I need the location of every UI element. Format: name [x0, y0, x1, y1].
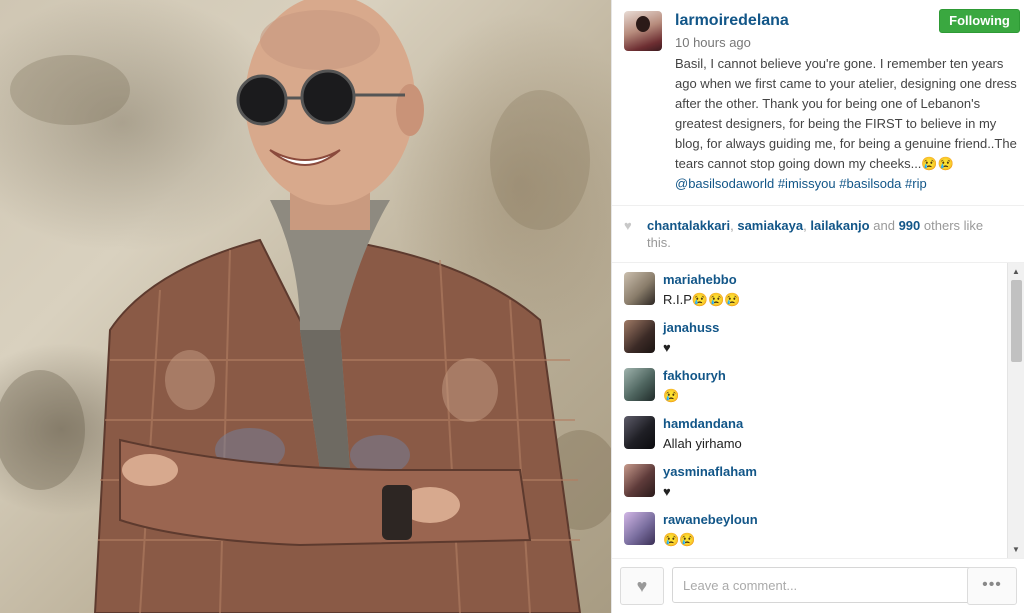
- comment-username[interactable]: mariahebbo: [663, 272, 737, 287]
- avatar[interactable]: [624, 368, 655, 401]
- comment-footer: ♥ •••: [612, 558, 1024, 614]
- comment-text: 😢: [663, 388, 680, 403]
- post-detail-panel: larmoiredelana 10 hours ago Following Ba…: [611, 0, 1024, 614]
- list-item: janahuss ♥: [612, 311, 1007, 359]
- liker-link[interactable]: lailakanjo: [810, 218, 869, 233]
- likes-summary: chantalakkari, samiakaya, lailakanjo and…: [647, 218, 984, 250]
- liker-link[interactable]: samiakaya: [737, 218, 803, 233]
- comment-text: 😢😢: [663, 532, 696, 547]
- comments-scrollbar[interactable]: ▲ ▼: [1007, 263, 1024, 558]
- avatar[interactable]: [624, 272, 655, 305]
- post-photo[interactable]: [0, 0, 611, 613]
- scroll-down-icon[interactable]: ▼: [1012, 545, 1020, 554]
- comment-username[interactable]: janahuss: [663, 320, 719, 335]
- owner-avatar[interactable]: [624, 11, 662, 51]
- list-item: hamdandana Allah yirhamo: [612, 407, 1007, 455]
- list-item: mariahebbo R.I.P😢😢😢: [612, 263, 1007, 311]
- comment-username[interactable]: hamdandana: [663, 416, 743, 431]
- comment-text: Allah yirhamo: [663, 436, 742, 451]
- list-item: rawanebeyloun 😢😢: [612, 503, 1007, 551]
- scroll-up-icon[interactable]: ▲: [1012, 267, 1020, 276]
- comments-list: mariahebbo R.I.P😢😢😢 janahuss ♥ fakhouryh…: [612, 263, 1007, 558]
- scrollbar-thumb[interactable]: [1011, 280, 1022, 362]
- comment-username[interactable]: yasminaflaham: [663, 464, 757, 479]
- caption-tag[interactable]: @basilsodaworld: [675, 176, 774, 191]
- avatar[interactable]: [624, 464, 655, 497]
- post-timestamp[interactable]: 10 hours ago: [675, 35, 751, 50]
- heart-icon: ♥: [624, 218, 632, 233]
- comment-username[interactable]: rawanebeyloun: [663, 512, 758, 527]
- likes-count[interactable]: 990: [899, 218, 921, 233]
- caption-tag[interactable]: #basilsoda: [839, 176, 901, 191]
- comment-text: ♥: [663, 340, 671, 355]
- likes-and: and: [873, 218, 895, 233]
- more-options-button[interactable]: •••: [967, 567, 1017, 605]
- following-button[interactable]: Following: [939, 9, 1020, 33]
- avatar[interactable]: [624, 416, 655, 449]
- list-item: yasminaflaham ♥: [612, 455, 1007, 503]
- avatar[interactable]: [624, 320, 655, 353]
- comment-text: ♥: [663, 484, 671, 499]
- likes-section: ♥ chantalakkari, samiakaya, lailakanjo a…: [612, 205, 1024, 263]
- comment-input[interactable]: [672, 567, 974, 603]
- caption-tag[interactable]: #imissyou: [778, 176, 836, 191]
- post-caption: Basil, I cannot believe you're gone. I r…: [675, 54, 1020, 194]
- avatar[interactable]: [624, 512, 655, 545]
- liker-link[interactable]: chantalakkari: [647, 218, 730, 233]
- caption-emoji: 😢😢: [921, 156, 954, 171]
- caption-tag[interactable]: #rip: [905, 176, 927, 191]
- comment-text: R.I.P😢😢😢: [663, 292, 741, 307]
- comment-username[interactable]: fakhouryh: [663, 368, 726, 383]
- post-username[interactable]: larmoiredelana: [675, 12, 789, 30]
- caption-text: Basil, I cannot believe you're gone. I r…: [675, 56, 1017, 171]
- post-header: larmoiredelana 10 hours ago Following Ba…: [612, 0, 1024, 206]
- list-item: fakhouryh 😢: [612, 359, 1007, 407]
- photo-illustration: [0, 0, 611, 613]
- heart-icon: ♥: [636, 576, 648, 596]
- like-button[interactable]: ♥: [620, 567, 664, 605]
